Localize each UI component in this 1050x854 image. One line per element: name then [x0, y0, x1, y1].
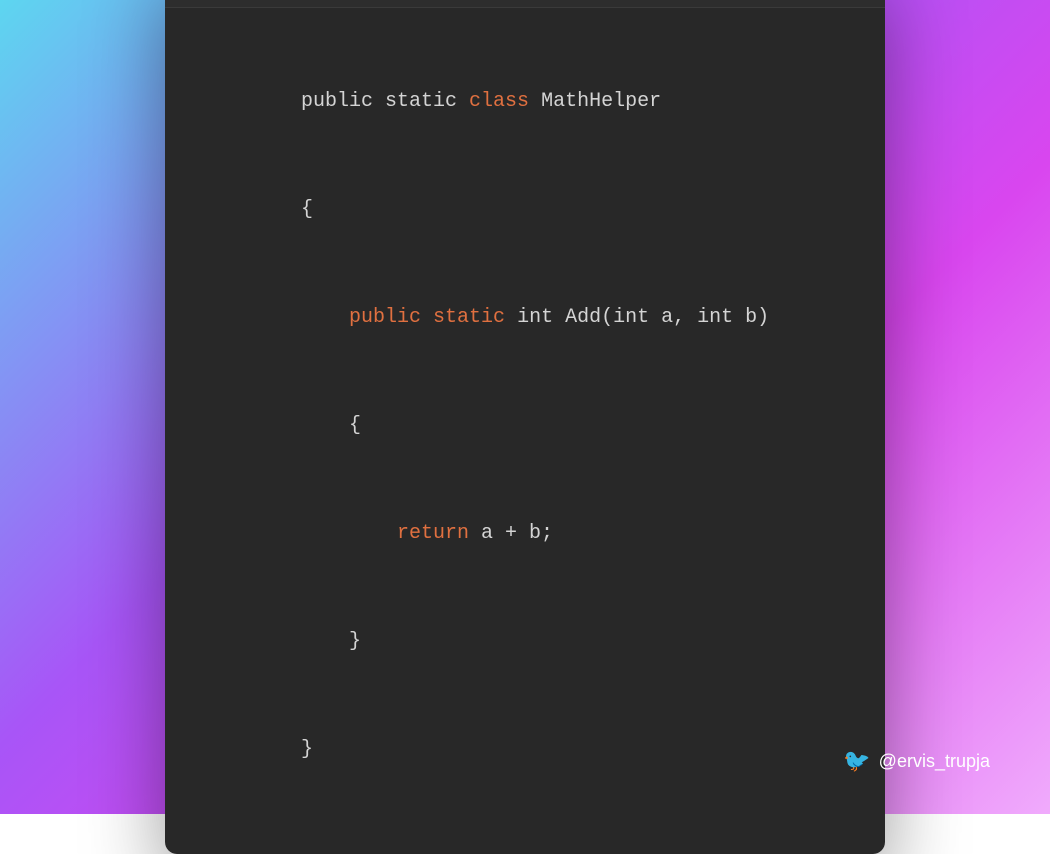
code-param-b: b)	[733, 306, 769, 329]
code-line-7: }	[205, 696, 845, 804]
page-background: public static class MathHelper { public …	[0, 0, 1050, 814]
code-param-a: a,	[649, 306, 697, 329]
code-brace-close-inner: }	[301, 630, 361, 653]
code-brace-open-inner: {	[301, 414, 361, 437]
code-line-3: public static int Add(int a, int b)	[205, 264, 845, 372]
code-class-keyword: class	[469, 90, 529, 113]
code-brace-close-outer: }	[301, 738, 313, 761]
code-line-6: }	[205, 588, 845, 696]
code-editor: public static class MathHelper { public …	[165, 8, 885, 854]
code-return-keyword: return	[301, 522, 469, 545]
code-add-method: Add(	[553, 306, 613, 329]
code-return-expression: a + b;	[469, 522, 553, 545]
editor-window: public static class MathHelper { public …	[165, 0, 885, 854]
code-line-2: {	[205, 156, 845, 264]
code-int-3: int	[697, 306, 733, 329]
twitter-handle: @ervis_trupja	[879, 751, 990, 772]
code-public-static-2: public static	[301, 306, 517, 329]
code-line-1: public static class MathHelper	[205, 48, 845, 156]
code-int-2: int	[613, 306, 649, 329]
twitter-credit: 🐦 @ervis_trupja	[843, 748, 990, 774]
code-public-static-1: public static	[301, 90, 469, 113]
code-classname: MathHelper	[529, 90, 661, 113]
code-line-4: {	[205, 372, 845, 480]
code-int-1: int	[517, 306, 553, 329]
code-line-5: return a + b;	[205, 480, 845, 588]
twitter-icon: 🐦	[843, 748, 870, 774]
title-bar	[165, 0, 885, 8]
code-brace-open-outer: {	[301, 198, 313, 221]
